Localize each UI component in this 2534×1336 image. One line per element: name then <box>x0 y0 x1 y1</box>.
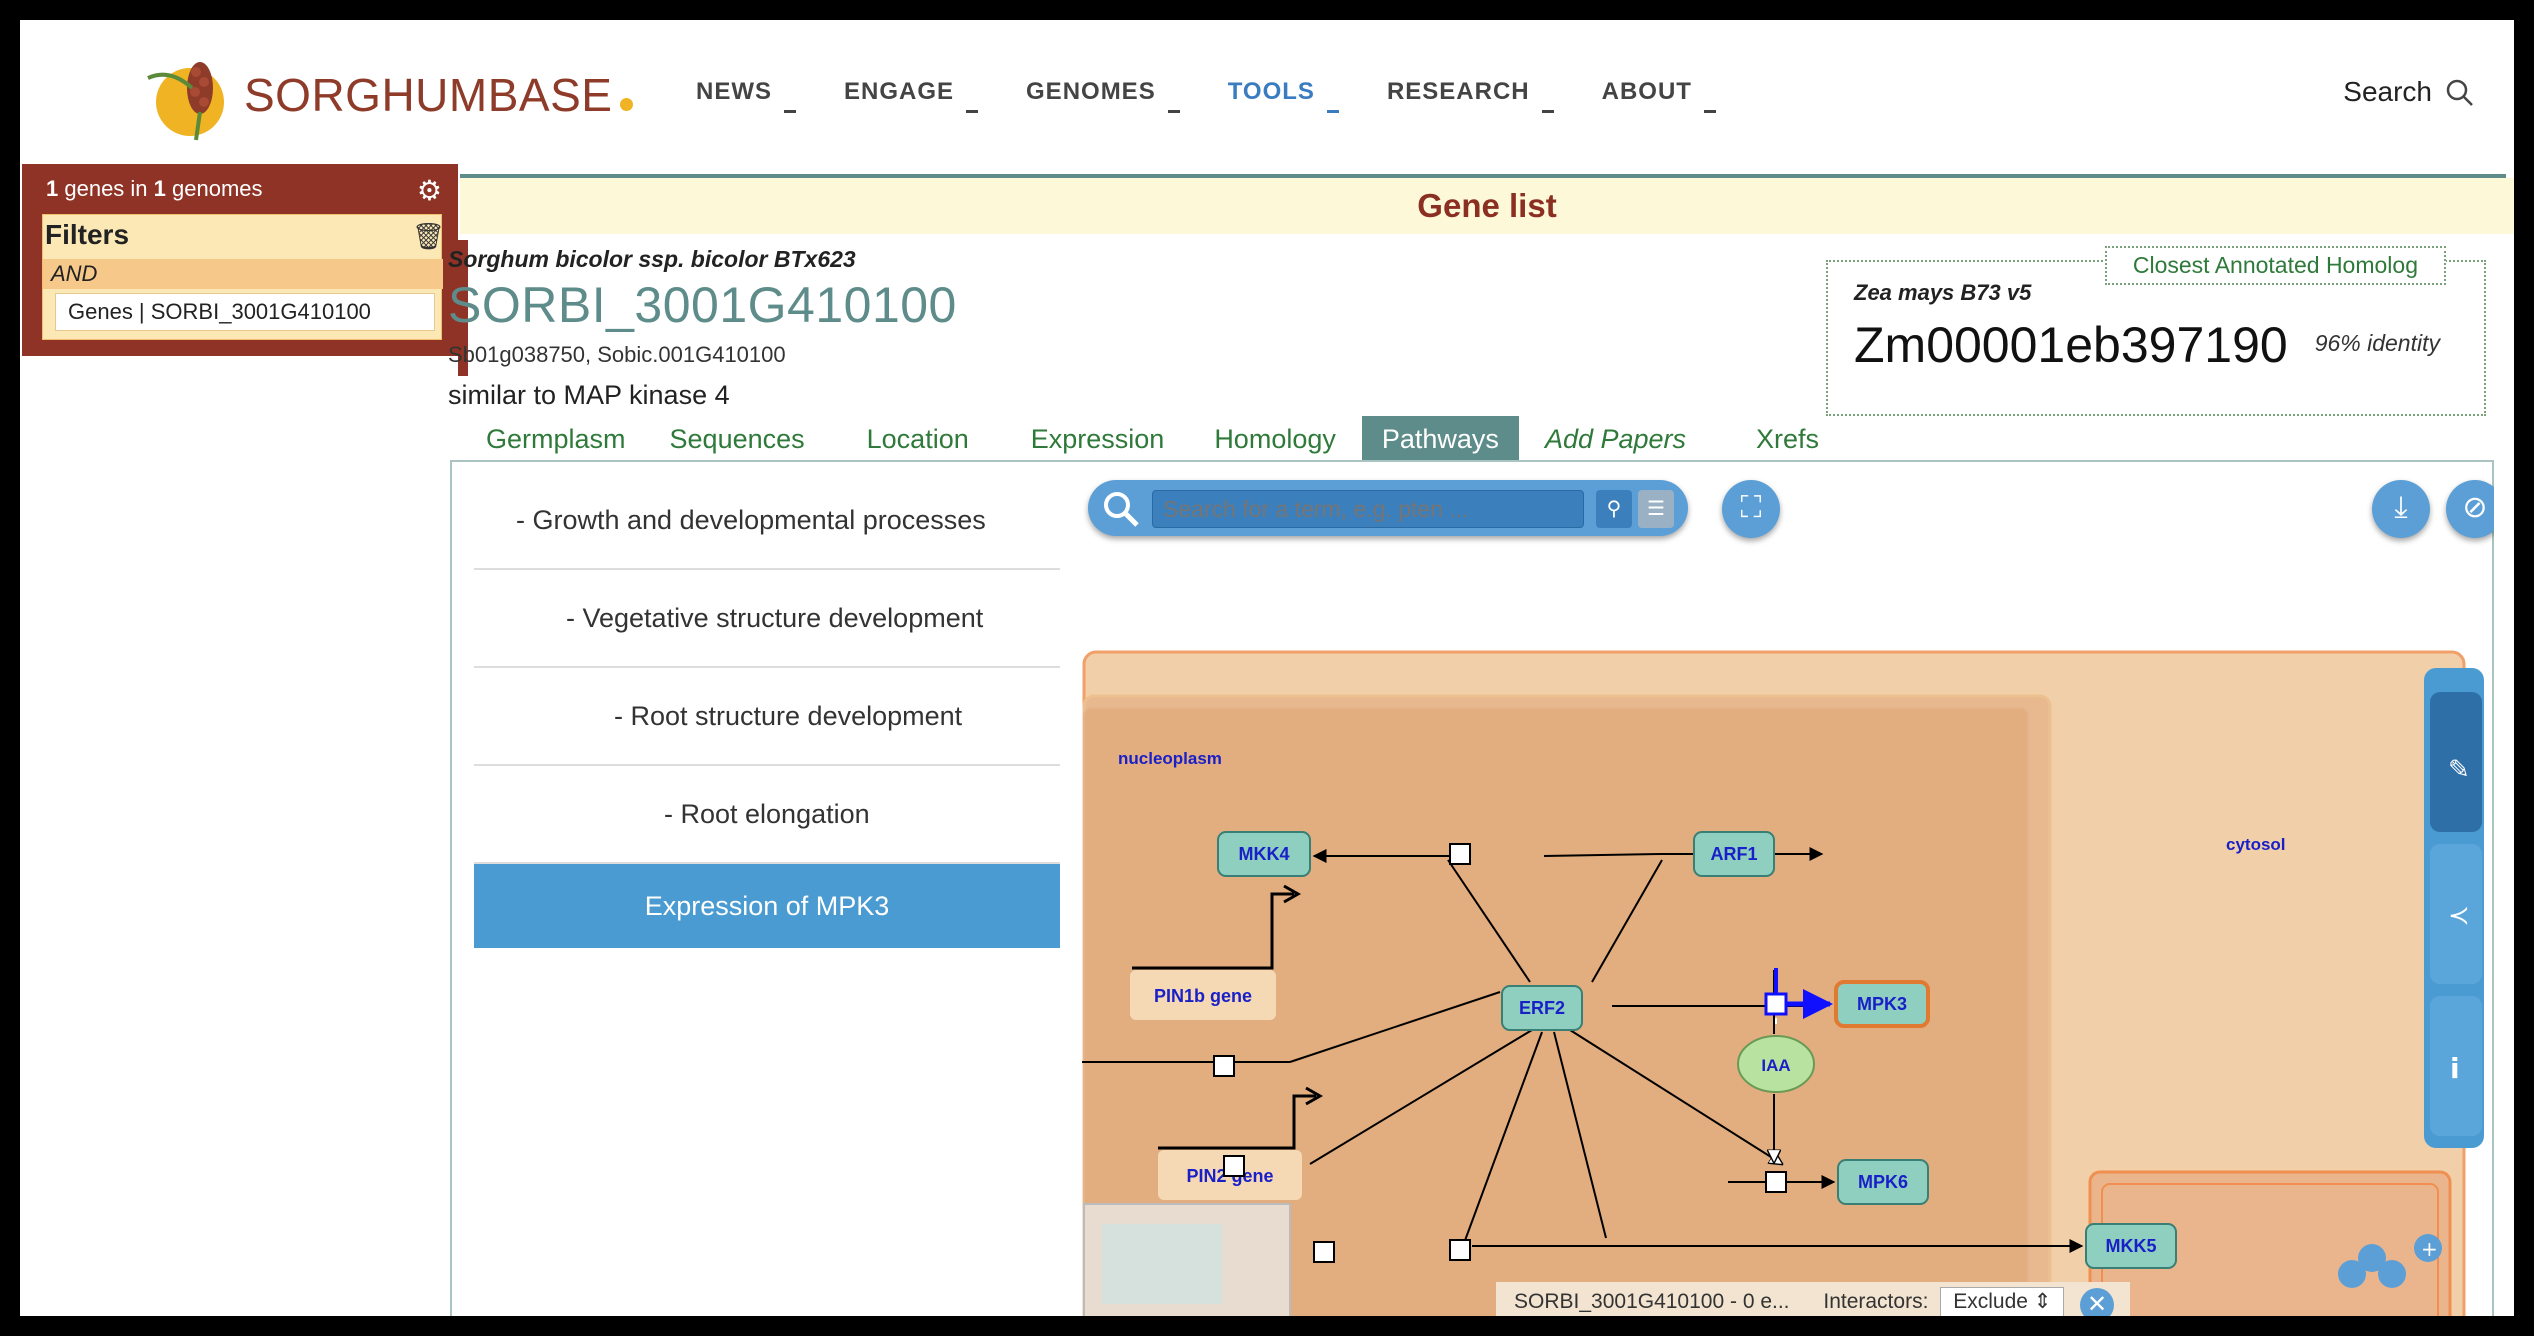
pathway-hierarchy: - Growth and developmental processes - V… <box>474 472 1060 948</box>
gene-species: Sorghum bicolor ssp. bicolor BTx623 <box>448 246 856 272</box>
gear-icon[interactable]: ⚙ <box>417 174 442 207</box>
svg-text:PIN1b gene: PIN1b gene <box>1154 986 1252 1006</box>
tab-expression[interactable]: Expression <box>1011 416 1185 462</box>
trash-icon[interactable]: 🗑 <box>412 221 445 252</box>
nav-research[interactable]: RESEARCH <box>1387 78 1554 113</box>
diagram-status-bar: SORBI_3001G410100 - 0 e... Interactors: … <box>1496 1282 2130 1316</box>
tab-sequences[interactable]: Sequences <box>650 416 825 462</box>
svg-text:ERF2: ERF2 <box>1519 998 1565 1018</box>
closest-homolog-box: Closest Annotated Homolog Zea mays B73 v… <box>1826 246 2486 416</box>
reactome-search-input[interactable] <box>1152 490 1584 528</box>
gene-synonyms: Sb01g038750, Sobic.001G410100 <box>448 342 786 367</box>
caret-down-icon <box>1541 110 1554 113</box>
svg-text:MKK4: MKK4 <box>1238 844 1289 864</box>
svg-text:MKK5: MKK5 <box>2105 1236 2156 1256</box>
gene-tabs: Germplasm Sequences Location Expression … <box>460 416 1839 462</box>
app-window: SORGHUMBASE NEWS ENGAGE GENOMES TOOLS RE… <box>20 20 2514 1316</box>
arf1-node[interactable]: ARF1 <box>1693 831 1775 877</box>
svg-text:IAA: IAA <box>1761 1056 1790 1075</box>
reactome-search-bar: ⚲ ☰ <box>1088 480 1688 536</box>
search-submit-icon[interactable]: ⚲ <box>1596 490 1632 528</box>
thumbnail-viewport <box>1102 1224 1222 1304</box>
tab-homology[interactable]: Homology <box>1194 416 1356 462</box>
filters-title: Filters <box>45 219 130 250</box>
tab-pathways[interactable]: Pathways <box>1361 416 1519 462</box>
illustration-icon: ✎ <box>2448 755 2470 785</box>
gene-description: similar to MAP kinase 4 <box>448 380 730 410</box>
caret-down-icon <box>1703 110 1716 113</box>
homolog-identity: 96% identity <box>2314 330 2440 356</box>
mpk6-node[interactable]: MPK6 <box>1837 1159 1929 1205</box>
download-icon[interactable]: ⤓ <box>2372 480 2430 538</box>
homolog-id[interactable]: Zm00001eb397190 <box>1854 316 2288 374</box>
info-icon: i <box>2450 1052 2460 1085</box>
cytosol-label: cytosol <box>2226 835 2286 854</box>
homolog-tag: Closest Annotated Homolog <box>2104 246 2446 285</box>
search-options-icon[interactable]: ☰ <box>1638 490 1674 528</box>
nav-tools[interactable]: TOOLS <box>1228 78 1339 113</box>
gene-id: SORBI_3001G410100 <box>448 277 957 333</box>
brand-name: SORGHUMBASE <box>244 69 613 121</box>
svg-text:+: + <box>2421 1237 2438 1261</box>
pathways-panel: - Growth and developmental processes - V… <box>450 460 2494 1316</box>
filters-panel: Filters 🗑 AND Genes | SORBI_3001G410100 <box>42 214 445 340</box>
gene-filter-sidebar: 1 genes in 1 genomes ⚙ Filters 🗑 AND Gen… <box>22 164 458 356</box>
hierarchy-item[interactable]: - Vegetative structure development <box>474 570 1060 668</box>
iaa-node[interactable]: IAA <box>1737 1035 1815 1093</box>
interactors-select[interactable]: Exclude ⇕ <box>1940 1287 2065 1316</box>
caret-down-icon <box>966 110 979 113</box>
close-icon[interactable]: ✕ <box>2080 1288 2114 1316</box>
gene-count-summary: 1 genes in 1 genomes <box>46 176 263 201</box>
tab-add-papers[interactable]: Add Papers <box>1525 416 1706 462</box>
brand-logo[interactable]: SORGHUMBASE <box>140 50 634 140</box>
interactors-label: Interactors: <box>1823 1290 1929 1313</box>
mkk5-node[interactable]: MKK5 <box>2085 1223 2177 1269</box>
nav-genomes[interactable]: GENOMES <box>1026 78 1180 113</box>
brand-dot <box>620 97 634 111</box>
caret-down-icon <box>1167 110 1180 113</box>
nav-about[interactable]: ABOUT <box>1602 78 1716 113</box>
tab-germplasm[interactable]: Germplasm <box>466 416 646 462</box>
tab-location[interactable]: Location <box>847 416 989 462</box>
filter-chip[interactable]: Genes | SORBI_3001G410100 <box>55 293 435 331</box>
search-button[interactable]: Search <box>2343 76 2474 108</box>
search-label: Search <box>2343 76 2432 107</box>
filter-operator[interactable]: AND <box>43 259 443 289</box>
sorghum-logo-icon <box>147 61 224 140</box>
hierarchy-item[interactable]: - Root structure development <box>474 668 1060 766</box>
svg-text:ARF1: ARF1 <box>1710 844 1757 864</box>
pathway-diagram[interactable]: nucleoplasm cytosol ✎ ≺ i PIN1b gene PIN… <box>1082 464 2494 1316</box>
hierarchy-item[interactable]: - Growth and developmental processes <box>474 472 1060 570</box>
fit-diagram-icon[interactable]: ⛶ <box>1722 480 1780 538</box>
erf2-node[interactable]: ERF2 <box>1501 985 1583 1031</box>
mkk4-node[interactable]: MKK4 <box>1217 831 1311 877</box>
homolog-species: Zea mays B73 v5 <box>1854 280 2032 305</box>
svg-text:MPK6: MPK6 <box>1858 1172 1908 1192</box>
main-nav: NEWS ENGAGE GENOMES TOOLS RESEARCH ABOUT <box>696 78 1764 113</box>
tab-xrefs[interactable]: Xrefs <box>1736 416 1839 462</box>
hierarchy-item-selected[interactable]: Expression of MPK3 <box>474 864 1060 948</box>
reactome-diagram-viewer[interactable]: nucleoplasm cytosol ✎ ≺ i PIN1b gene PIN… <box>1082 464 2494 1316</box>
nav-news[interactable]: NEWS <box>696 78 796 113</box>
mpk3-node[interactable]: MPK3 <box>1834 980 1930 1028</box>
share-icon: ≺ <box>2448 901 2470 931</box>
search-icon <box>1104 492 1139 527</box>
caret-down-icon <box>784 110 796 113</box>
search-icon <box>2446 79 2473 106</box>
selected-gene-status: SORBI_3001G410100 - 0 e... <box>1514 1290 1790 1313</box>
nav-engage[interactable]: ENGAGE <box>844 78 979 113</box>
nucleoplasm-label: nucleoplasm <box>1118 749 1222 768</box>
svg-text:MPK3: MPK3 <box>1857 994 1907 1014</box>
caret-down-icon <box>1326 110 1339 113</box>
gene-list-title: Gene list <box>460 178 2514 234</box>
hierarchy-item[interactable]: - Root elongation <box>474 766 1060 864</box>
